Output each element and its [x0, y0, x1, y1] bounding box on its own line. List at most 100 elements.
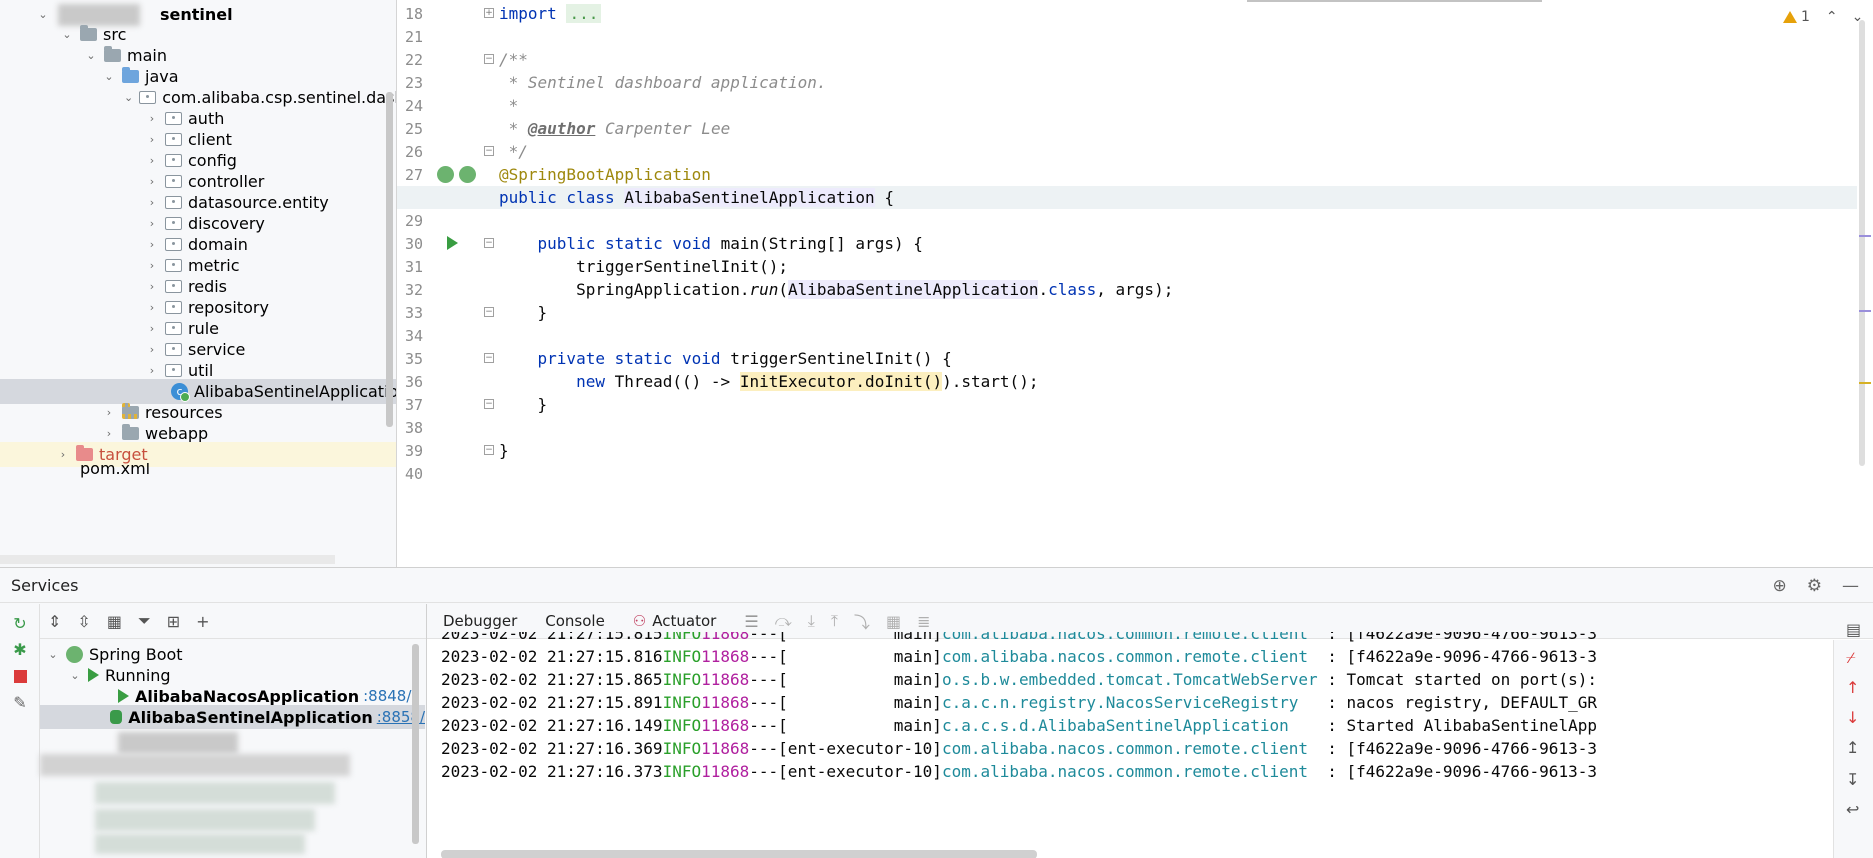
code-token: .	[1038, 280, 1049, 299]
chevron-down-icon: ⌄	[38, 8, 48, 21]
spring-config-icon[interactable]	[459, 166, 476, 183]
spring-bean-icon[interactable]	[437, 166, 454, 183]
tree-node-sentinel-app[interactable]: AlibabaSentinelApplication :8858/	[40, 705, 425, 729]
chevron-right-icon: ›	[149, 133, 155, 146]
code-line[interactable]: public static void main(String[] args) {	[499, 232, 923, 255]
code-editor[interactable]: 18+2122−23242526−27282930−313233−3435−36…	[397, 0, 1873, 567]
code-line[interactable]: }	[499, 439, 509, 462]
evaluate-icon[interactable]: ≣	[917, 612, 930, 631]
warning-indicator[interactable]: 1 ⌃ ⌄	[1783, 9, 1863, 25]
console-output[interactable]: 2023-02-02 21:27:15.815 INFO 11868 --- […	[441, 632, 1831, 832]
code-token: /**	[499, 50, 528, 69]
table-icon[interactable]: ▦	[886, 612, 901, 631]
group-icon[interactable]: ▦	[107, 612, 122, 631]
log-msg: : Tomcat started on port(s):	[1327, 670, 1597, 689]
code-token: triggerSentinelInit() {	[730, 349, 952, 368]
step-into-icon[interactable]: ⤓	[808, 611, 815, 631]
menu-icon[interactable]: ☰	[744, 612, 758, 631]
editor-scrollbar[interactable]	[1859, 20, 1865, 466]
fold-toggle-icon[interactable]: −	[484, 445, 494, 455]
code-line[interactable]: */	[499, 140, 528, 163]
soft-wrap-icon[interactable]: ↩	[1846, 800, 1859, 819]
package-icon	[165, 301, 182, 314]
expand-all-icon[interactable]: ⇕	[48, 612, 61, 631]
code-line[interactable]: SpringApplication. run(AlibabaSentinelApp…	[499, 278, 1173, 301]
code-line[interactable]: *	[499, 94, 519, 117]
clear-icon[interactable]: ⌿	[1846, 648, 1856, 668]
console-area: Debugger Console ⚇ Actuator ☰ ⤼ ⤓ ⤒ ⤵ ▦ ≣…	[427, 604, 1873, 858]
console-horizontal-scrollbar[interactable]	[441, 850, 1037, 858]
chevron-down-icon: ⌄	[86, 49, 96, 62]
code-line[interactable]: * @author Carpenter Lee	[499, 117, 731, 140]
code-line[interactable]: }	[499, 393, 548, 416]
chevron-down-icon: ⌄	[124, 91, 134, 104]
log-logger: c.a.c.n.registry.NacosServiceRegistry	[941, 693, 1328, 712]
services-tree-scrollbar[interactable]	[412, 644, 419, 844]
chevron-right-icon: ›	[149, 112, 155, 125]
code-token: }	[499, 441, 509, 460]
tree-item-label: repository	[188, 298, 269, 317]
arrow-up-icon[interactable]: ↑	[1846, 678, 1859, 697]
filter-icon[interactable]: ⏷	[138, 611, 151, 631]
debug-icon[interactable]: ✱	[11, 640, 29, 659]
redacted-block	[40, 754, 350, 776]
code-line[interactable]: public class AlibabaSentinelApplication …	[397, 186, 1857, 209]
package-icon	[165, 322, 182, 335]
package-icon	[165, 217, 182, 230]
scroll-up-icon[interactable]: ↥	[1846, 738, 1859, 757]
code-token: ).start();	[942, 372, 1039, 391]
services-side-toolbar: ↻ ✱ ✎	[0, 604, 40, 858]
run-gutter-icon[interactable]	[447, 236, 458, 250]
code-line[interactable]: }	[499, 301, 548, 324]
code-line[interactable]: private static void triggerSentinelInit(…	[499, 347, 952, 370]
code-line[interactable]: @SpringBootApplication	[499, 163, 711, 186]
layout-icon[interactable]: ▤	[1846, 620, 1861, 639]
stop-icon[interactable]	[11, 667, 29, 685]
fold-toggle-icon[interactable]: −	[484, 146, 494, 156]
fold-toggle-icon[interactable]: +	[484, 8, 494, 18]
gear-icon[interactable]: ⚙	[1807, 576, 1822, 596]
rerun-icon[interactable]: ↻	[11, 614, 29, 633]
code-line[interactable]: new Thread(() -> InitExecutor.doInit()).…	[499, 370, 1038, 393]
chevron-up-icon[interactable]: ⌃	[1826, 9, 1838, 25]
minimize-icon[interactable]: —	[1842, 576, 1859, 596]
tab-actuator[interactable]: ⚇ Actuator	[633, 612, 717, 630]
tree-item-label: metric	[188, 256, 240, 275]
log-level: INFO	[662, 716, 702, 735]
add-icon[interactable]: +	[196, 612, 209, 631]
log-thread: [ main]	[778, 632, 942, 643]
fold-toggle-icon[interactable]: −	[484, 353, 494, 363]
app-port-link[interactable]: :8848/	[363, 687, 411, 705]
collapse-all-icon[interactable]: ⇳	[77, 612, 90, 631]
fold-toggle-icon[interactable]: −	[484, 307, 494, 317]
crosshair-icon[interactable]: ⊕	[1773, 576, 1787, 596]
fold-toggle-icon[interactable]: −	[484, 399, 494, 409]
actuator-icon: ⚇	[632, 612, 647, 630]
line-number: 37	[405, 395, 424, 414]
code-token: }	[499, 395, 548, 414]
tree-item-label: java	[145, 67, 179, 86]
tree-item-label: com.alibaba.csp.sentinel.dashb	[162, 88, 397, 107]
new-tab-icon[interactable]: ⊞	[167, 612, 180, 631]
scroll-down-icon[interactable]: ↧	[1846, 770, 1859, 789]
tab-console[interactable]: Console	[545, 612, 605, 630]
step-over-icon[interactable]: ⤼	[775, 611, 792, 631]
fold-toggle-icon[interactable]: −	[484, 54, 494, 64]
vertical-scrollbar[interactable]	[386, 92, 393, 427]
arrow-down-icon[interactable]: ↓	[1846, 708, 1859, 727]
tree-item-label: AlibabaSentinelApplication	[194, 382, 397, 401]
code-line[interactable]: import ...	[499, 2, 602, 25]
code-line[interactable]: triggerSentinelInit();	[499, 255, 788, 278]
run-to-cursor-icon[interactable]: ⤵	[854, 609, 870, 633]
tab-debugger[interactable]: Debugger	[443, 612, 517, 630]
fold-toggle-icon[interactable]: −	[484, 238, 494, 248]
wrench-icon[interactable]: ✎	[11, 693, 29, 712]
code-line[interactable]: * Sentinel dashboard application.	[499, 71, 827, 94]
horizontal-scrollbar[interactable]	[0, 555, 335, 564]
log-line: 2023-02-02 21:27:15.816 INFO 11868 --- […	[441, 645, 1597, 668]
code-token: class	[1048, 280, 1097, 299]
step-out-icon[interactable]: ⤒	[831, 611, 838, 631]
tree-item-pom[interactable]: pom.xml	[0, 463, 396, 481]
code-line[interactable]: /**	[499, 48, 528, 71]
project-tree: ⌄ sentinel ⌄ src ⌄ main ⌄ java ⌄ com.ali…	[0, 0, 397, 567]
